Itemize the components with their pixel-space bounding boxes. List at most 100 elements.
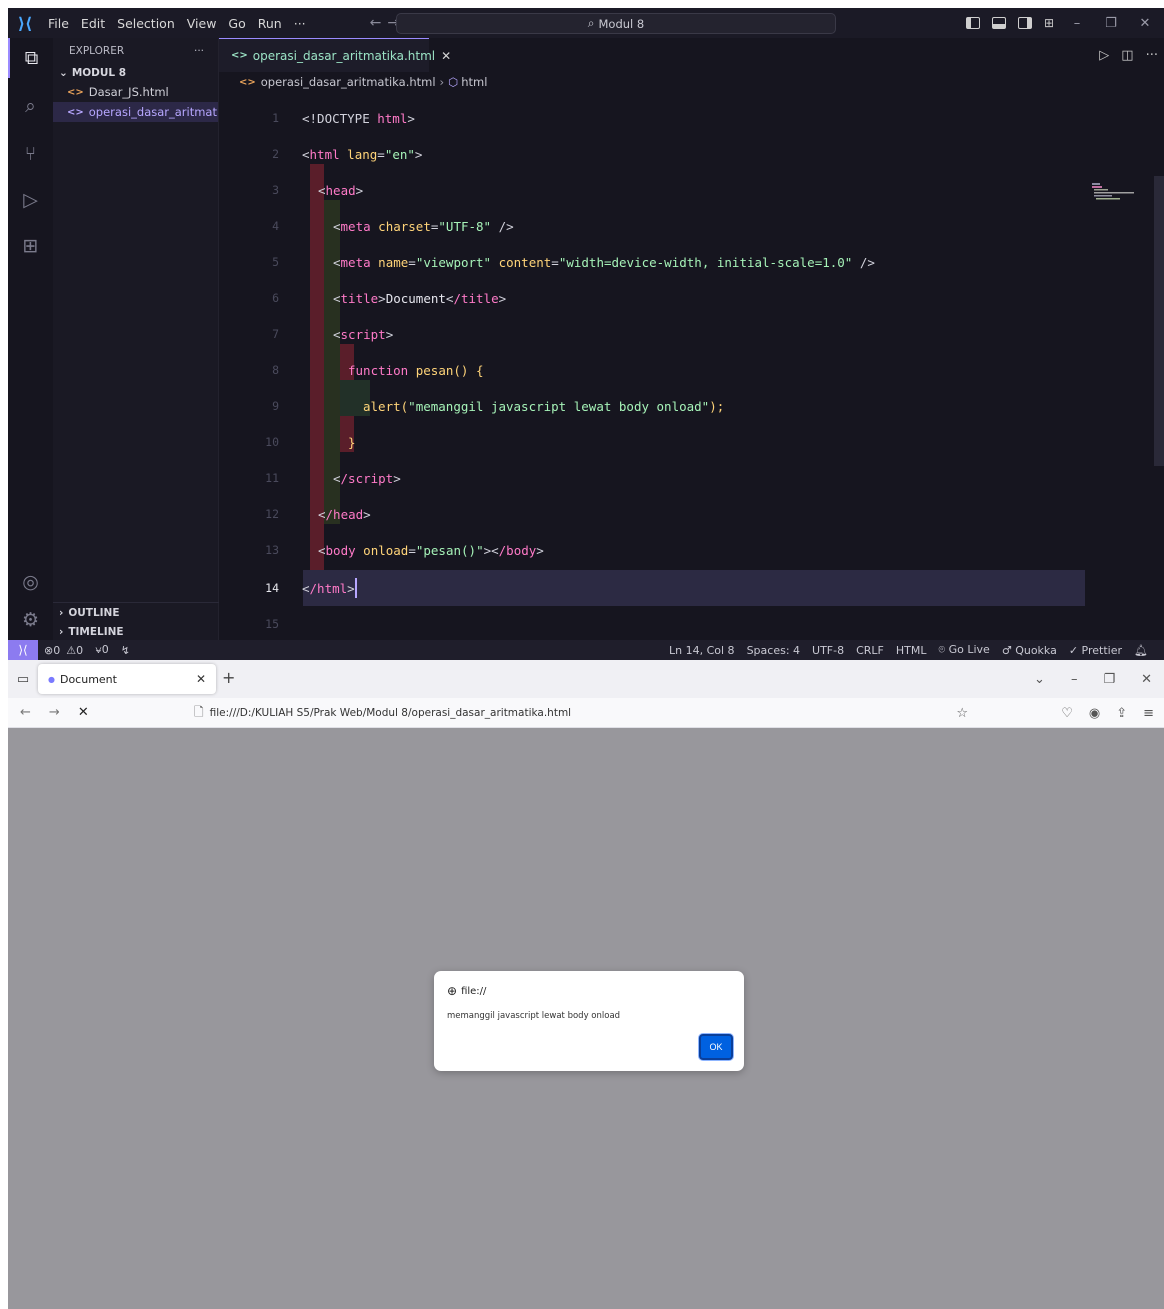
line-number: 10	[265, 435, 279, 449]
new-tab-icon[interactable]: +	[222, 668, 235, 687]
chevron-right-icon: ›	[59, 606, 64, 619]
command-center[interactable]: ⌕ Modul 8	[396, 13, 836, 34]
symbol-icon: ⬡	[448, 75, 459, 89]
forward-arrow-icon[interactable]: →	[49, 705, 60, 720]
status-errors[interactable]: ⊗0	[38, 644, 66, 657]
editor-tab[interactable]: <> operasi_dasar_aritmatika.html ✕	[219, 38, 451, 72]
toggle-panel-icon[interactable]	[991, 17, 1006, 29]
sync-icon[interactable]: ↯	[115, 644, 136, 657]
customize-layout-icon[interactable]: ⊞	[1044, 16, 1054, 30]
close-window-icon[interactable]: ✕	[1141, 672, 1152, 687]
source-control-icon[interactable]: ⑂	[8, 134, 53, 174]
menu-run[interactable]: Run	[252, 16, 288, 31]
menu-edit[interactable]: Edit	[75, 16, 111, 31]
menu-more[interactable]: ···	[288, 16, 312, 31]
html-file-icon: <>	[67, 86, 84, 98]
list-tabs-chevron-icon[interactable]: ⌄	[1034, 672, 1045, 687]
status-spaces[interactable]: Spaces: 4	[741, 644, 806, 657]
minimap[interactable]	[1092, 182, 1136, 202]
code-editor[interactable]: 1 <!DOCTYPE html > 2 < html lang = "en" > 3 <…	[219, 92, 1164, 640]
explorer-more-button[interactable]: ···	[194, 45, 204, 57]
html-file-icon: <>	[239, 76, 256, 88]
url-text[interactable]: file:///D:/KULIAH S5/Prak Web/Modul 8/op…	[210, 707, 571, 719]
stop-loading-icon[interactable]: ✕	[78, 705, 89, 720]
tab-label: operasi_dasar_aritmatika.html	[252, 48, 436, 63]
code-token: function	[348, 362, 409, 378]
line-number: 4	[272, 219, 279, 233]
outline-section[interactable]: › OUTLINE	[53, 602, 219, 622]
status-prettier[interactable]: ✓ Prettier	[1063, 644, 1128, 657]
file-item-operasi-dasar[interactable]: <> operasi_dasar_aritmatik...	[53, 102, 218, 122]
pocket-icon[interactable]: ♡	[1061, 706, 1073, 721]
settings-gear-icon[interactable]: ⚙	[8, 600, 53, 640]
activity-bar: ⧉ ⌕ ⑂ ▷ ⊞ ◎ ⚙	[8, 38, 53, 640]
remote-indicator-icon[interactable]: ⟩⟨	[8, 640, 38, 660]
status-ports[interactable]: ⍱0	[89, 643, 115, 657]
status-eol[interactable]: CRLF	[850, 644, 890, 657]
ok-button[interactable]: OK	[699, 1034, 733, 1060]
minimize-icon[interactable]: –	[1071, 672, 1078, 687]
status-language[interactable]: HTML	[890, 644, 933, 657]
extensions-icon[interactable]: ⇪	[1116, 706, 1127, 721]
browser-tab[interactable]: ● Document ✕	[38, 664, 216, 694]
menu-selection[interactable]: Selection	[111, 16, 181, 31]
code-token: lang	[339, 146, 378, 162]
status-bar: ⟩⟨ ⊗0 ⚠0 ⍱0 ↯ Ln 14, Col 8 Spaces: 4 UTF…	[8, 640, 1164, 660]
status-warnings[interactable]: ⚠0	[66, 644, 89, 657]
menu-view[interactable]: View	[181, 16, 223, 31]
code-token: "width=device-width, initial-scale=1.0"	[558, 254, 853, 270]
split-editor-icon[interactable]: ◫	[1121, 48, 1133, 63]
folder-name: MODUL 8	[71, 67, 127, 79]
timeline-label: TIMELINE	[68, 626, 124, 638]
status-encoding[interactable]: UTF-8	[806, 644, 850, 657]
code-line-10: 10 }	[219, 424, 1093, 460]
close-tab-icon[interactable]: ✕	[441, 49, 451, 63]
menu-hamburger-icon[interactable]: ≡	[1143, 706, 1154, 721]
line-number: 1	[272, 111, 279, 125]
tab-overview-icon[interactable]: ▭	[8, 672, 38, 687]
code-line-3: 3 < head >	[219, 172, 1093, 208]
toggle-sidebar-icon[interactable]	[965, 17, 980, 29]
code-token: "UTF-8"	[438, 218, 492, 234]
code-token: /html	[309, 580, 348, 596]
status-position[interactable]: Ln 14, Col 8	[663, 644, 741, 657]
extensions-icon[interactable]: ⊞	[8, 226, 53, 266]
editor-scrollbar[interactable]	[1154, 176, 1164, 466]
explorer-icon[interactable]: ⧉	[8, 38, 53, 78]
folder-modul-8[interactable]: ⌄ MODUL 8	[53, 64, 218, 82]
more-actions-icon[interactable]: ···	[1146, 48, 1158, 63]
search-icon[interactable]: ⌕	[8, 86, 53, 126]
status-quokka[interactable]: ♂ Quokka	[996, 644, 1063, 657]
close-window-icon[interactable]: ✕	[1134, 16, 1156, 31]
close-tab-icon[interactable]: ✕	[196, 672, 206, 686]
timeline-section[interactable]: › TIMELINE	[53, 622, 219, 642]
url-bar[interactable]: 🗋︎ file:///D:/KULIAH S5/Prak Web/Modul 8…	[194, 702, 974, 724]
line-number: 14	[265, 581, 279, 595]
notifications-bell-icon[interactable]: 🔔︎	[1128, 644, 1154, 657]
breadcrumb-symbol[interactable]: html	[461, 75, 487, 89]
toggle-secondary-sidebar-icon[interactable]	[1017, 17, 1032, 29]
code-token: html	[309, 146, 340, 162]
restore-icon[interactable]: ❐	[1103, 672, 1115, 687]
minimize-icon[interactable]: –	[1066, 16, 1088, 31]
page-icon: 🗋︎	[194, 704, 204, 719]
account-icon[interactable]: ◉	[1089, 706, 1100, 721]
bookmark-star-icon[interactable]: ☆	[956, 706, 968, 721]
breadcrumb-file[interactable]: operasi_dasar_aritmatika.html	[261, 75, 436, 89]
code-token: head	[325, 182, 356, 198]
vscode-logo-icon[interactable]: ⟩⟨	[8, 14, 42, 33]
line-number: 15	[265, 617, 279, 631]
run-debug-icon[interactable]: ▷	[8, 180, 53, 220]
run-icon[interactable]: ▷	[1099, 48, 1109, 63]
menu-file[interactable]: File	[42, 16, 75, 31]
menu-go[interactable]: Go	[222, 16, 251, 31]
status-golive[interactable]: ⌾ Go Live	[933, 643, 996, 657]
tab-loading-dot-icon: ●	[48, 674, 55, 684]
restore-icon[interactable]: ❐	[1100, 16, 1122, 31]
account-icon[interactable]: ◎	[8, 562, 53, 602]
browser-toolbar: ← → ✕ 🗋︎ file:///D:/KULIAH S5/Prak Web/M…	[8, 698, 1164, 728]
file-item-dasar-js[interactable]: <> Dasar_JS.html	[53, 82, 218, 102]
code-token: );	[709, 398, 725, 414]
code-token: () {	[453, 362, 484, 378]
back-arrow-icon[interactable]: ←	[20, 705, 31, 720]
